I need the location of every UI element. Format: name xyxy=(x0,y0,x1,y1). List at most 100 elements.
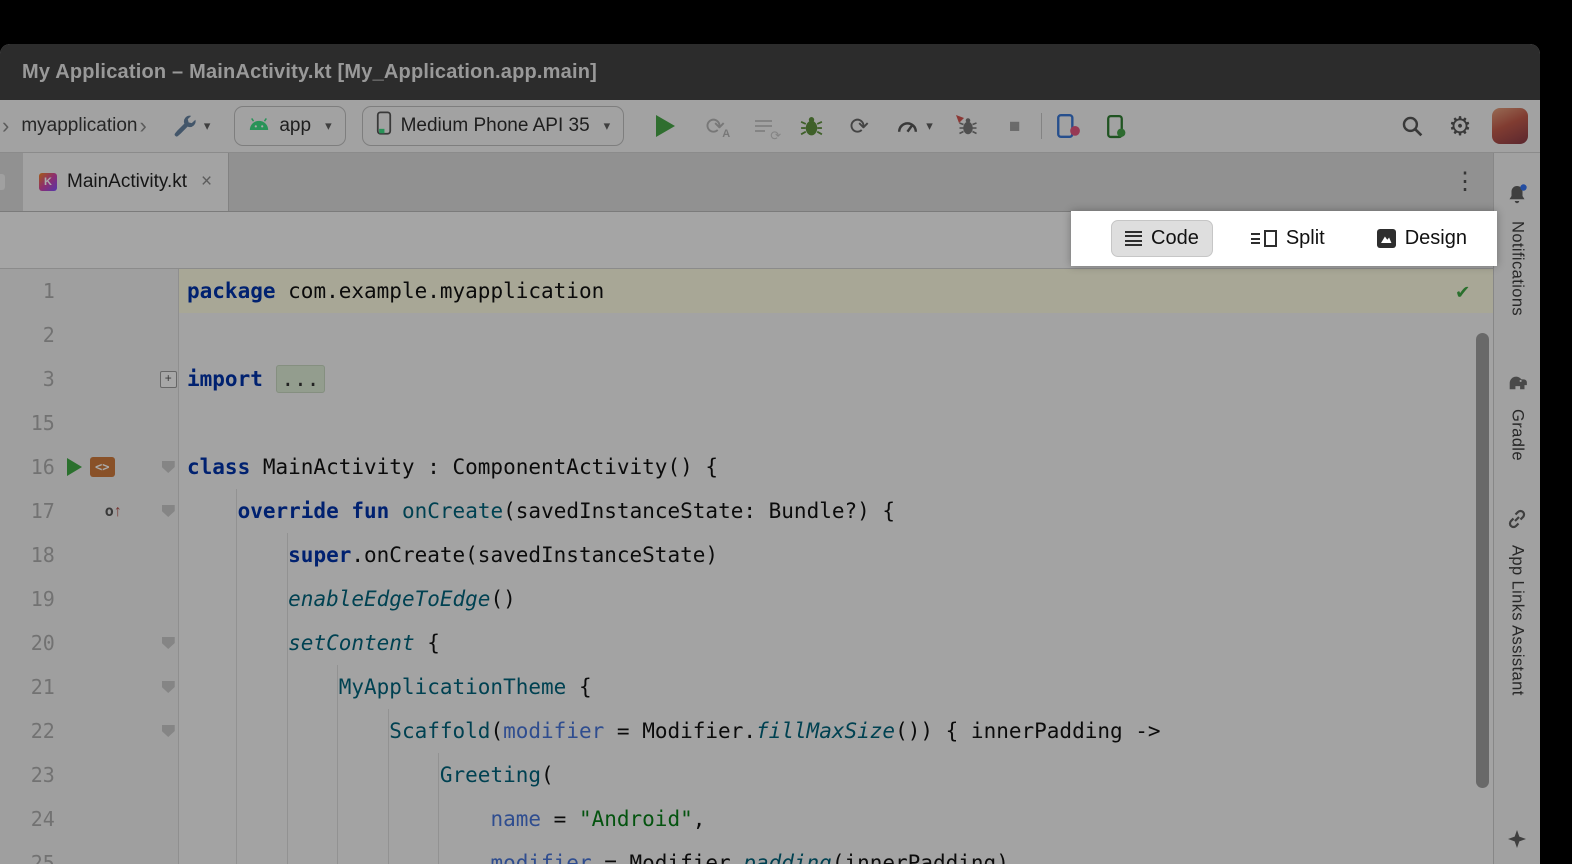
gutter[interactable]: 1 xyxy=(0,269,179,313)
tab-mainactivity[interactable]: K MainActivity.kt × xyxy=(23,153,229,211)
chevron-down-icon: ▾ xyxy=(325,118,332,134)
code-line[interactable]: 22 Scaffold(modifier = Modifier.fillMaxS… xyxy=(0,709,1493,753)
code-line[interactable]: 20 setContent { xyxy=(0,621,1493,665)
attach-debugger-button[interactable] xyxy=(951,110,983,142)
code-line[interactable]: 18 super.onCreate(savedInstanceState) xyxy=(0,533,1493,577)
running-devices-button[interactable] xyxy=(1052,110,1084,142)
view-mode-code-button[interactable]: Code xyxy=(1111,220,1213,257)
stop-icon: ■ xyxy=(1001,112,1029,140)
stripe-item-notifications[interactable]: Notifications xyxy=(1505,183,1529,316)
code-line[interactable]: 1package com.example.myapplication✔ xyxy=(0,269,1493,313)
gutter[interactable]: 3+ xyxy=(0,357,179,401)
line-number: 16 xyxy=(0,455,55,479)
overriding-method-icon[interactable]: o↑ xyxy=(105,502,122,521)
settings-button[interactable]: ⚙ xyxy=(1444,110,1476,142)
fold-column xyxy=(158,681,178,693)
fold-collapse-icon[interactable] xyxy=(162,505,175,517)
device-manager-button[interactable] xyxy=(1100,110,1132,142)
device-select[interactable]: Medium Phone API 35 ▾ xyxy=(362,106,625,146)
fold-collapse-icon[interactable] xyxy=(162,725,175,737)
more-options-icon[interactable]: ⋮ xyxy=(1453,170,1477,194)
code-text[interactable]: super.onCreate(savedInstanceState) xyxy=(179,533,1493,577)
code-text[interactable]: modifier = Modifier.padding(innerPadding… xyxy=(179,841,1493,864)
code-line[interactable]: 21 MyApplicationTheme { xyxy=(0,665,1493,709)
right-tool-stripe: Notifications Gradle App Links Assistant xyxy=(1493,153,1540,864)
tab-label: MainActivity.kt xyxy=(67,171,187,193)
gutter[interactable]: 15 xyxy=(0,401,179,445)
view-mode-design-button[interactable]: Design xyxy=(1363,220,1481,257)
code-text[interactable] xyxy=(179,401,1493,445)
gutter[interactable]: 18 xyxy=(0,533,179,577)
view-mode-label: Split xyxy=(1286,227,1325,250)
code-line[interactable]: 16 <> class MainActivity : ComponentActivi… xyxy=(0,445,1493,489)
code-line[interactable]: 3+import ... xyxy=(0,357,1493,401)
editor-lines: 1package com.example.myapplication✔23+im… xyxy=(0,269,1493,864)
project-breadcrumb[interactable]: myapplication xyxy=(21,115,137,137)
code-text[interactable]: Scaffold(modifier = Modifier.fillMaxSize… xyxy=(179,709,1493,753)
debug-bug-icon xyxy=(797,112,825,140)
code-text[interactable]: class MainActivity : ComponentActivity()… xyxy=(179,445,1493,489)
code-line[interactable]: 23 Greeting( xyxy=(0,753,1493,797)
code-line[interactable]: 2 xyxy=(0,313,1493,357)
code-text[interactable]: name = "Android", xyxy=(179,797,1493,841)
gutter[interactable]: 16 <> xyxy=(0,445,179,489)
run-configuration-select[interactable]: app ▾ xyxy=(234,106,345,146)
fold-collapse-icon[interactable] xyxy=(162,461,175,473)
line-number: 23 xyxy=(0,763,55,787)
fold-expand-icon[interactable]: + xyxy=(160,371,177,388)
gutter[interactable]: 19 xyxy=(0,577,179,621)
gutter[interactable]: 24 xyxy=(0,797,179,841)
editor-tab-bar: K MainActivity.kt × ⋮ xyxy=(0,153,1493,212)
stripe-label: App Links Assistant xyxy=(1508,545,1527,696)
gutter[interactable]: 22 xyxy=(0,709,179,753)
code-line[interactable]: 17o↑ override fun onCreate(savedInstance… xyxy=(0,489,1493,533)
restart-activity-button[interactable]: ⟳ xyxy=(843,110,875,142)
view-mode-label: Code xyxy=(1151,227,1199,250)
avatar[interactable] xyxy=(1492,108,1528,144)
profiler-button[interactable]: ▾ xyxy=(891,110,935,142)
apply-code-changes-button[interactable]: ⟳ xyxy=(747,110,779,142)
toolbar-separator xyxy=(1041,113,1042,139)
apply-changes-button[interactable]: ⟳ A xyxy=(699,110,731,142)
gutter[interactable]: 20 xyxy=(0,621,179,665)
scrollbar[interactable] xyxy=(1476,333,1489,788)
code-line[interactable]: 19 enableEdgeToEdge() xyxy=(0,577,1493,621)
search-everywhere-button[interactable] xyxy=(1396,110,1428,142)
device-label: Medium Phone API 35 xyxy=(401,115,590,137)
code-text[interactable]: MyApplicationTheme { xyxy=(179,665,1493,709)
app-window: My Application – MainActivity.kt [My_App… xyxy=(0,44,1540,864)
gutter[interactable]: 2 xyxy=(0,313,179,357)
close-icon[interactable]: × xyxy=(201,171,212,193)
code-text[interactable]: setContent { xyxy=(179,621,1493,665)
gutter[interactable]: 23 xyxy=(0,753,179,797)
code-text[interactable] xyxy=(179,313,1493,357)
run-button[interactable] xyxy=(654,113,677,139)
gutter[interactable]: 21 xyxy=(0,665,179,709)
run-line-icon[interactable] xyxy=(67,458,82,476)
gear-icon: ⚙ xyxy=(1446,112,1474,140)
code-line[interactable]: 25 modifier = Modifier.padding(innerPadd… xyxy=(0,841,1493,864)
gutter[interactable]: 25 xyxy=(0,841,179,864)
code-text[interactable]: override fun onCreate(savedInstanceState… xyxy=(179,489,1493,533)
code-editor[interactable]: 1package com.example.myapplication✔23+im… xyxy=(0,269,1493,864)
view-mode-split-button[interactable]: Split xyxy=(1237,220,1339,257)
stripe-item-gradle[interactable]: Gradle xyxy=(1505,370,1530,461)
code-line[interactable]: 24 name = "Android", xyxy=(0,797,1493,841)
title-bar[interactable]: My Application – MainActivity.kt [My_App… xyxy=(0,44,1540,100)
compose-preview-icon[interactable]: <> xyxy=(90,457,115,477)
gutter[interactable]: 17o↑ xyxy=(0,489,179,533)
fold-collapse-icon[interactable] xyxy=(162,637,175,649)
code-line[interactable]: 15 xyxy=(0,401,1493,445)
breadcrumb-chevron-icon: › xyxy=(140,115,147,137)
stop-button[interactable]: ■ xyxy=(999,110,1031,142)
stripe-item-app-links-assistant[interactable]: App Links Assistant xyxy=(1505,507,1529,696)
code-text[interactable]: Greeting( xyxy=(179,753,1493,797)
code-text[interactable]: package com.example.myapplication✔ xyxy=(179,269,1493,313)
build-tool-button[interactable]: ▾ xyxy=(169,110,213,142)
code-text[interactable]: enableEdgeToEdge() xyxy=(179,577,1493,621)
line-number: 19 xyxy=(0,587,55,611)
sparkle-icon[interactable] xyxy=(1508,830,1526,848)
debug-button[interactable] xyxy=(795,110,827,142)
code-text[interactable]: import ... xyxy=(179,357,1493,401)
fold-collapse-icon[interactable] xyxy=(162,681,175,693)
